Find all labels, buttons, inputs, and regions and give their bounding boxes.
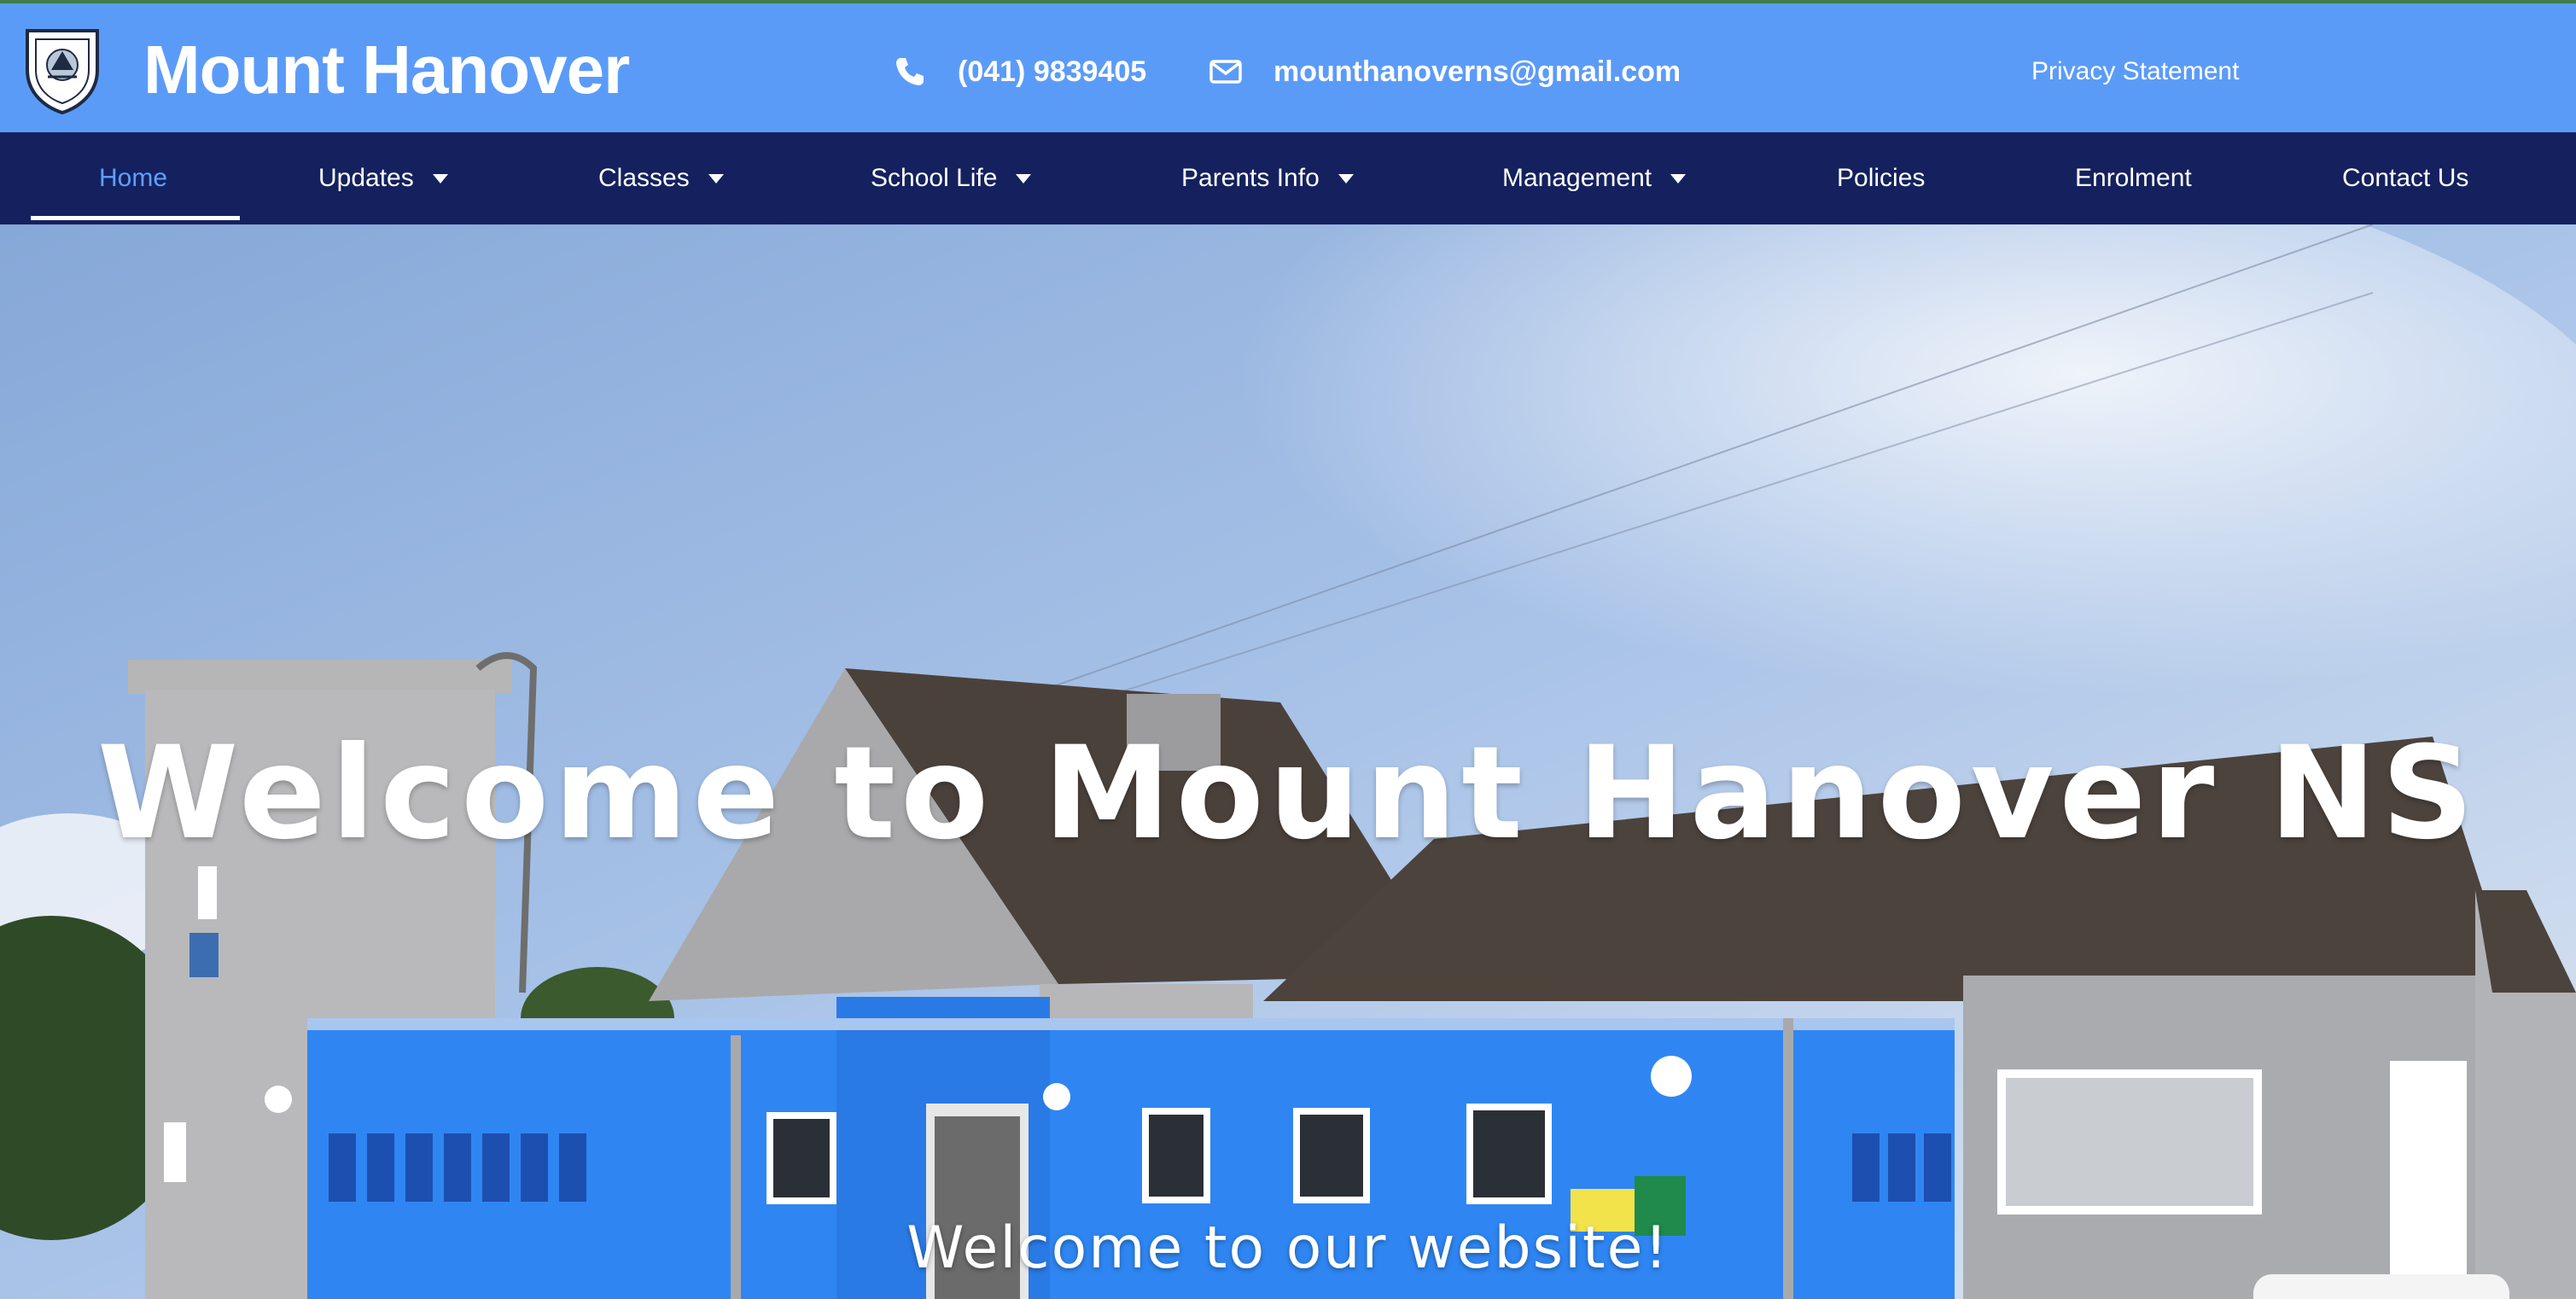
nav-item-updates[interactable]: Updates xyxy=(318,132,448,224)
caret-down-icon xyxy=(432,173,448,183)
email-contact[interactable]: mounthanoverns@gmail.com xyxy=(1209,48,1681,96)
nav-item-policies[interactable]: Policies xyxy=(1837,132,1925,224)
phone-contact[interactable]: (041) 9839405 xyxy=(893,48,1146,96)
nav-item-enrolment[interactable]: Enrolment xyxy=(2075,132,2192,224)
nav-item-label: Home xyxy=(99,164,168,192)
caret-down-icon xyxy=(1016,173,1032,183)
hero-banner: Welcome to Mount Hanover NS Welcome to o… xyxy=(0,224,2576,1299)
caret-down-icon xyxy=(1338,173,1354,183)
nav-item-label: Enrolment xyxy=(2075,164,2192,192)
site-header: Mount Hanover (041) 9839405 mounthanover… xyxy=(0,0,2576,132)
nav-item-parents-info[interactable]: Parents Info xyxy=(1181,132,1354,224)
hero-heading: Welcome to Mount Hanover NS xyxy=(96,719,2480,868)
main-nav: Home Updates Classes School Life Parents… xyxy=(0,132,2576,224)
nav-item-school-life[interactable]: School Life xyxy=(871,132,1032,224)
envelope-icon xyxy=(1209,60,1242,84)
privacy-statement-link[interactable]: Privacy Statement xyxy=(2031,53,2239,90)
nav-item-label: Parents Info xyxy=(1181,164,1320,192)
nav-item-label: Updates xyxy=(318,164,414,192)
site-title[interactable]: Mount Hanover xyxy=(143,29,630,111)
caret-down-icon xyxy=(1670,173,1687,183)
hero-subheading: Welcome to our website! xyxy=(906,1215,1670,1282)
nav-item-label: School Life xyxy=(871,164,998,192)
phone-icon xyxy=(896,58,924,85)
phone-number[interactable]: (041) 9839405 xyxy=(958,55,1146,89)
nav-item-label: Management xyxy=(1502,164,1652,192)
email-address[interactable]: mounthanoverns@gmail.com xyxy=(1273,55,1681,89)
school-crest-icon[interactable] xyxy=(22,26,102,114)
floating-widget-tab[interactable] xyxy=(2253,1274,2509,1299)
caret-down-icon xyxy=(708,173,724,183)
nav-item-management[interactable]: Management xyxy=(1502,132,1687,224)
nav-item-contact-us[interactable]: Contact Us xyxy=(2342,132,2468,224)
nav-item-label: Contact Us xyxy=(2342,164,2469,192)
nav-item-classes[interactable]: Classes xyxy=(598,132,724,224)
nav-item-label: Policies xyxy=(1837,164,1926,192)
nav-item-home[interactable]: Home xyxy=(99,132,167,224)
active-nav-indicator xyxy=(31,216,240,220)
nav-item-label: Classes xyxy=(598,164,690,192)
